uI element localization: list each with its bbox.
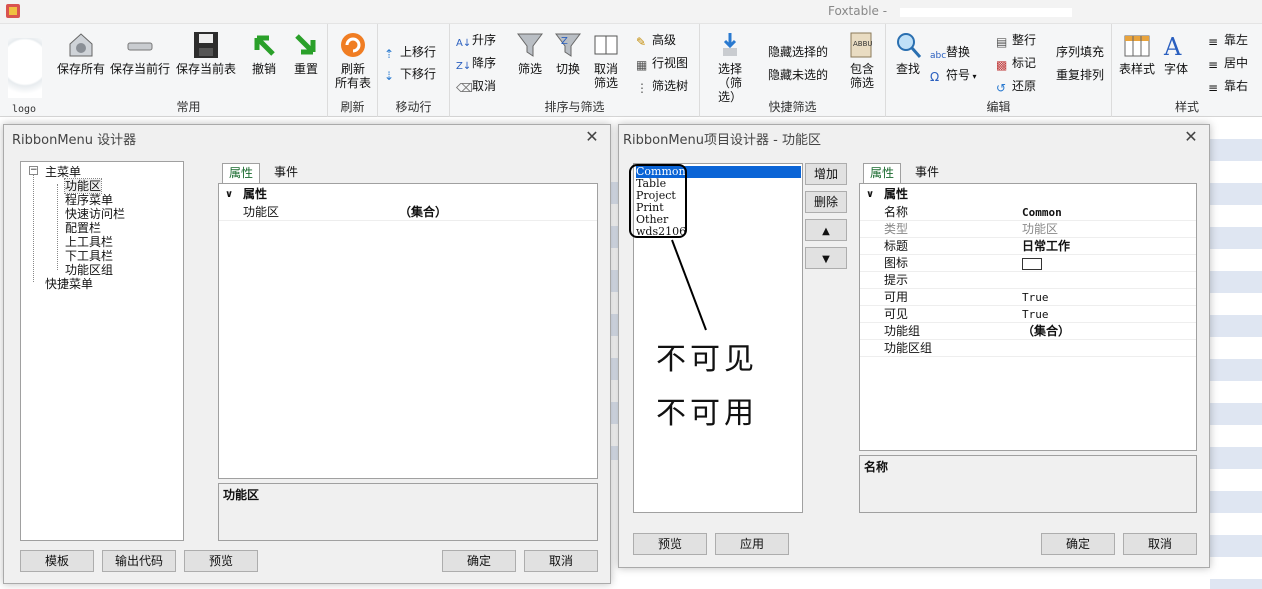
- annotation-text-invisible: 不可见: [656, 342, 758, 377]
- annotation-line: [671, 239, 707, 331]
- annotation-text-disabled: 不可用: [656, 396, 758, 431]
